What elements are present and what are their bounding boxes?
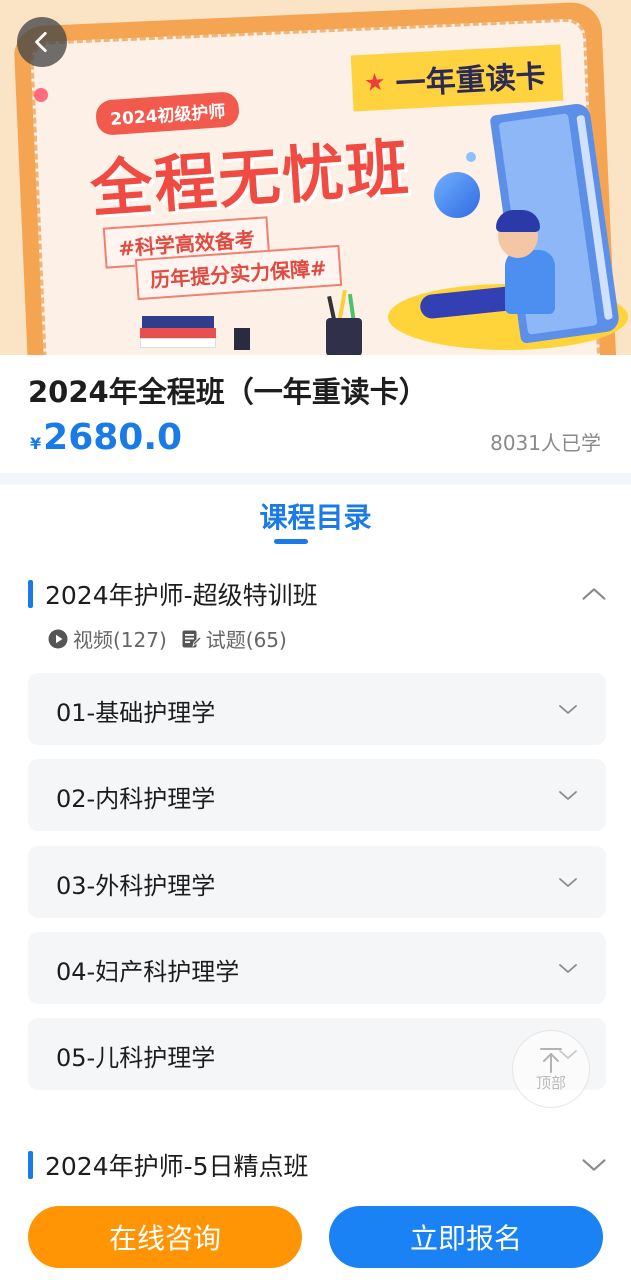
section-divider (0, 473, 631, 485)
section-header-five-day[interactable]: 2024年护师-5日精点班 (28, 1147, 608, 1183)
pen-cup-illustration (234, 328, 250, 350)
quiz-edit-icon (182, 630, 201, 647)
tab-course-catalog[interactable]: 课程目录 (0, 496, 631, 536)
video-count: 视频(127) (73, 628, 167, 652)
chevron-down-icon (559, 705, 577, 714)
learner-count: 8031人已学 (490, 431, 601, 455)
chapter-item[interactable]: 01-基础护理学 (28, 673, 606, 745)
chapter-item[interactable]: 02-内科护理学 (28, 759, 606, 831)
online-consult-button[interactable]: 在线咨询 (28, 1206, 302, 1268)
course-price: ¥ 2680.0 (30, 417, 182, 458)
chapter-item[interactable]: 03-外科护理学 (28, 846, 606, 918)
chapter-item[interactable]: 04-妇产科护理学 (28, 932, 606, 1004)
student-illustration (496, 210, 540, 232)
decor-ball (466, 152, 476, 162)
star-icon: ★ (363, 67, 387, 97)
decor-ball (434, 172, 480, 218)
reread-badge-label: 一年重读卡 (394, 59, 547, 103)
course-title: 2024年全程班（一年重读卡） (28, 375, 428, 409)
arrow-up-to-top-icon (540, 1047, 562, 1073)
tab-active-indicator (274, 539, 308, 544)
chapter-label: 01-基础护理学 (56, 699, 216, 727)
heart-decoration (34, 88, 48, 102)
currency-symbol: ¥ (30, 434, 42, 453)
chapter-label: 04-妇产科护理学 (56, 958, 240, 986)
back-button[interactable] (17, 17, 67, 67)
chevron-down-icon (582, 1159, 606, 1171)
chevron-up-icon (582, 588, 606, 600)
section-meta: 视频(127) 试题(65) (48, 624, 301, 653)
books-illustration (142, 316, 214, 328)
section-title: 2024年护师-超级特训班 (45, 581, 318, 610)
play-circle-icon (48, 629, 68, 648)
section-header-special-training[interactable]: 2024年护师-超级特训班 (28, 576, 608, 612)
course-banner: 2024初级护师 全程无忧班 #科学高效备考 历年提分实力保障# ★ 一年重读卡 (0, 0, 631, 355)
chevron-left-icon (35, 31, 47, 53)
books-illustration (140, 338, 216, 348)
books-illustration (140, 328, 216, 338)
quiz-count: 试题(65) (205, 628, 287, 652)
chevron-down-icon (559, 964, 577, 973)
pen-cup-illustration (326, 318, 362, 355)
chapter-label: 03-外科护理学 (56, 872, 216, 900)
chapter-label: 05-儿科护理学 (56, 1044, 216, 1072)
chevron-down-icon (559, 878, 577, 887)
back-to-top-button[interactable]: 顶部 (512, 1030, 590, 1108)
section-accent-bar (28, 1151, 33, 1179)
section-title: 2024年护师-5日精点班 (45, 1152, 309, 1181)
enroll-now-button[interactable]: 立即报名 (329, 1206, 603, 1268)
section-accent-bar (28, 580, 33, 608)
student-illustration (505, 250, 555, 314)
chapter-label: 02-内科护理学 (56, 785, 216, 813)
back-to-top-label: 顶部 (535, 1073, 566, 1092)
chevron-down-icon (559, 791, 577, 800)
price-amount: 2680.0 (43, 417, 183, 458)
reread-card-badge: ★ 一年重读卡 (350, 44, 563, 112)
course-info: 2024年全程班（一年重读卡） ¥ 2680.0 8031人已学 (0, 355, 631, 473)
